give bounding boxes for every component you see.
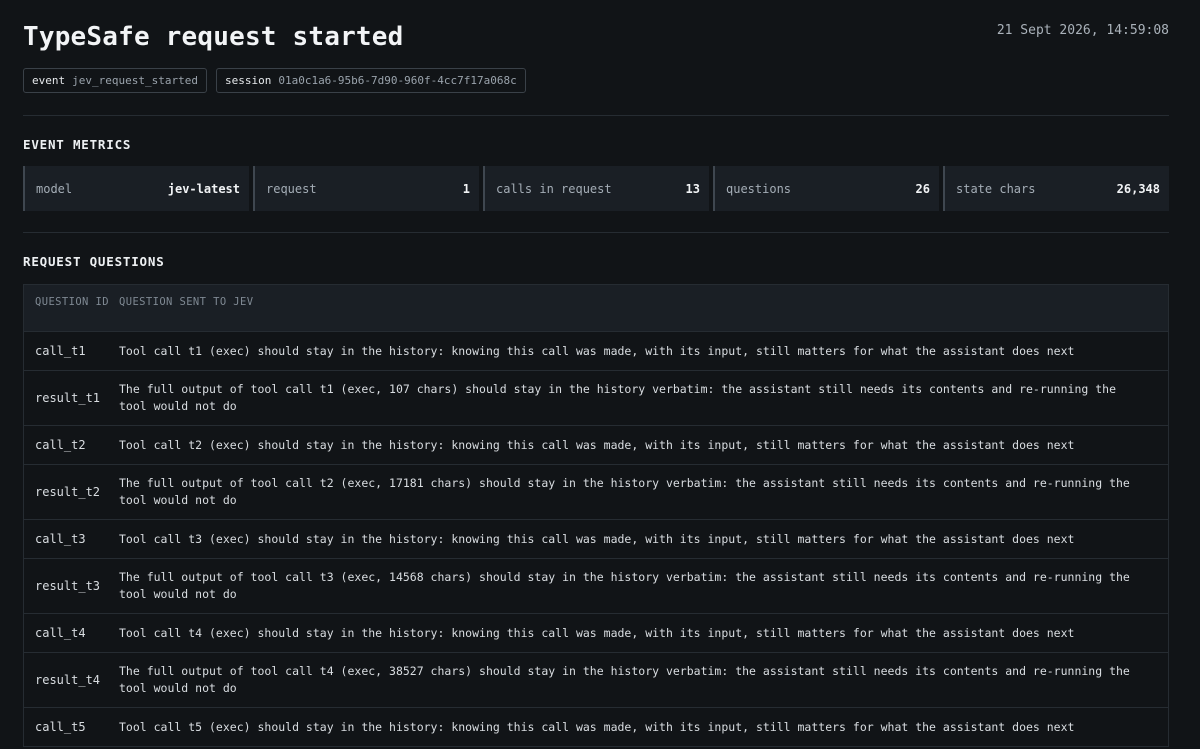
table-row: call_t5 Tool call t5 (exec) should stay i… [24,708,1168,747]
question-id: call_t2 [35,438,86,452]
table-header: QUESTION ID QUESTION SENT TO JEV [24,285,1168,332]
page-title: TypeSafe request started [23,22,404,52]
question-text: The full output of tool call t2 (exec, 1… [119,476,1130,507]
table-row: result_t3 The full output of tool call t3… [24,559,1168,614]
chip-key: event [32,74,66,87]
chip-key: session [224,74,272,87]
page-header: TypeSafe request started 21 Sept 2026, 1… [23,0,1169,60]
question-text: The full output of tool call t3 (exec, 1… [119,570,1130,601]
metric-value: 1 [462,181,470,196]
question-text: Tool call t5 (exec) should stay in the h… [119,719,1075,734]
question-text: Tool call t4 (exec) should stay in the h… [119,625,1075,640]
metrics-row: model jev-latest request 1 calls in requ… [23,166,1169,211]
table-row: call_t2 Tool call t2 (exec) should stay i… [24,426,1168,465]
metric-value: jev-latest [167,181,240,196]
question-id: result_t1 [35,391,101,405]
metric-value: 26 [915,181,930,196]
column-header-question: QUESTION SENT TO JEV [119,296,254,308]
divider [23,232,1169,233]
question-text: Tool call t1 (exec) should stay in the h… [119,343,1075,358]
question-text: The full output of tool call t4 (exec, 3… [119,664,1130,695]
metric-model: model jev-latest [23,166,249,211]
question-id: result_t2 [35,485,101,499]
question-id: call_t3 [35,532,86,546]
question-id: call_t4 [35,626,86,640]
metric-label: request [266,181,317,196]
question-id: result_t3 [35,579,101,593]
request-questions-title: REQUEST QUESTIONS [23,254,165,269]
table-row: result_t4 The full output of tool call t4… [24,653,1168,708]
table-row: call_t4 Tool call t4 (exec) should stay i… [24,614,1168,653]
questions-table: QUESTION ID QUESTION SENT TO JEV call_t1… [23,284,1169,747]
metric-label: questions [726,181,792,196]
metric-label: model [36,181,73,196]
table-row: result_t2 The full output of tool call t2… [24,465,1168,520]
metric-value: 13 [685,181,700,196]
event-metrics-title: EVENT METRICS [23,137,132,152]
question-id: call_t5 [35,720,86,734]
question-text: Tool call t2 (exec) should stay in the h… [119,437,1075,452]
question-id: call_t1 [35,344,86,358]
metric-questions: questions 26 [713,166,939,211]
metric-state-chars: state chars 26,348 [943,166,1169,211]
session-chip: session 01a0c1a6-95b6-7d90-960f-4cc7f17a… [215,68,526,93]
question-id: result_t4 [35,673,101,687]
page: TypeSafe request started 21 Sept 2026, 1… [0,0,1200,749]
table-body: call_t1 Tool call t1 (exec) should stay i… [24,332,1168,747]
event-chip: event jev_request_started [23,68,207,93]
table-row: call_t1 Tool call t1 (exec) should stay i… [24,332,1168,371]
table-row: call_t3 Tool call t3 (exec) should stay i… [24,520,1168,559]
metric-value: 26,348 [1116,181,1160,196]
divider [23,115,1169,116]
chip-value: jev_request_started [72,74,198,87]
question-text: Tool call t3 (exec) should stay in the h… [119,531,1075,546]
metric-label: calls in request [496,181,612,196]
column-header-question-id: QUESTION ID [35,296,109,308]
metric-label: state chars [956,181,1036,196]
question-text: The full output of tool call t1 (exec, 1… [119,382,1116,413]
event-chips: event jev_request_started session 01a0c1… [23,68,1169,93]
table-row: result_t1 The full output of tool call t1… [24,371,1168,426]
chip-value: 01a0c1a6-95b6-7d90-960f-4cc7f17a068c [278,74,517,87]
metric-request: request 1 [253,166,479,211]
event-timestamp: 21 Sept 2026, 14:59:08 [996,23,1169,38]
metric-calls-in-request: calls in request 13 [483,166,709,211]
